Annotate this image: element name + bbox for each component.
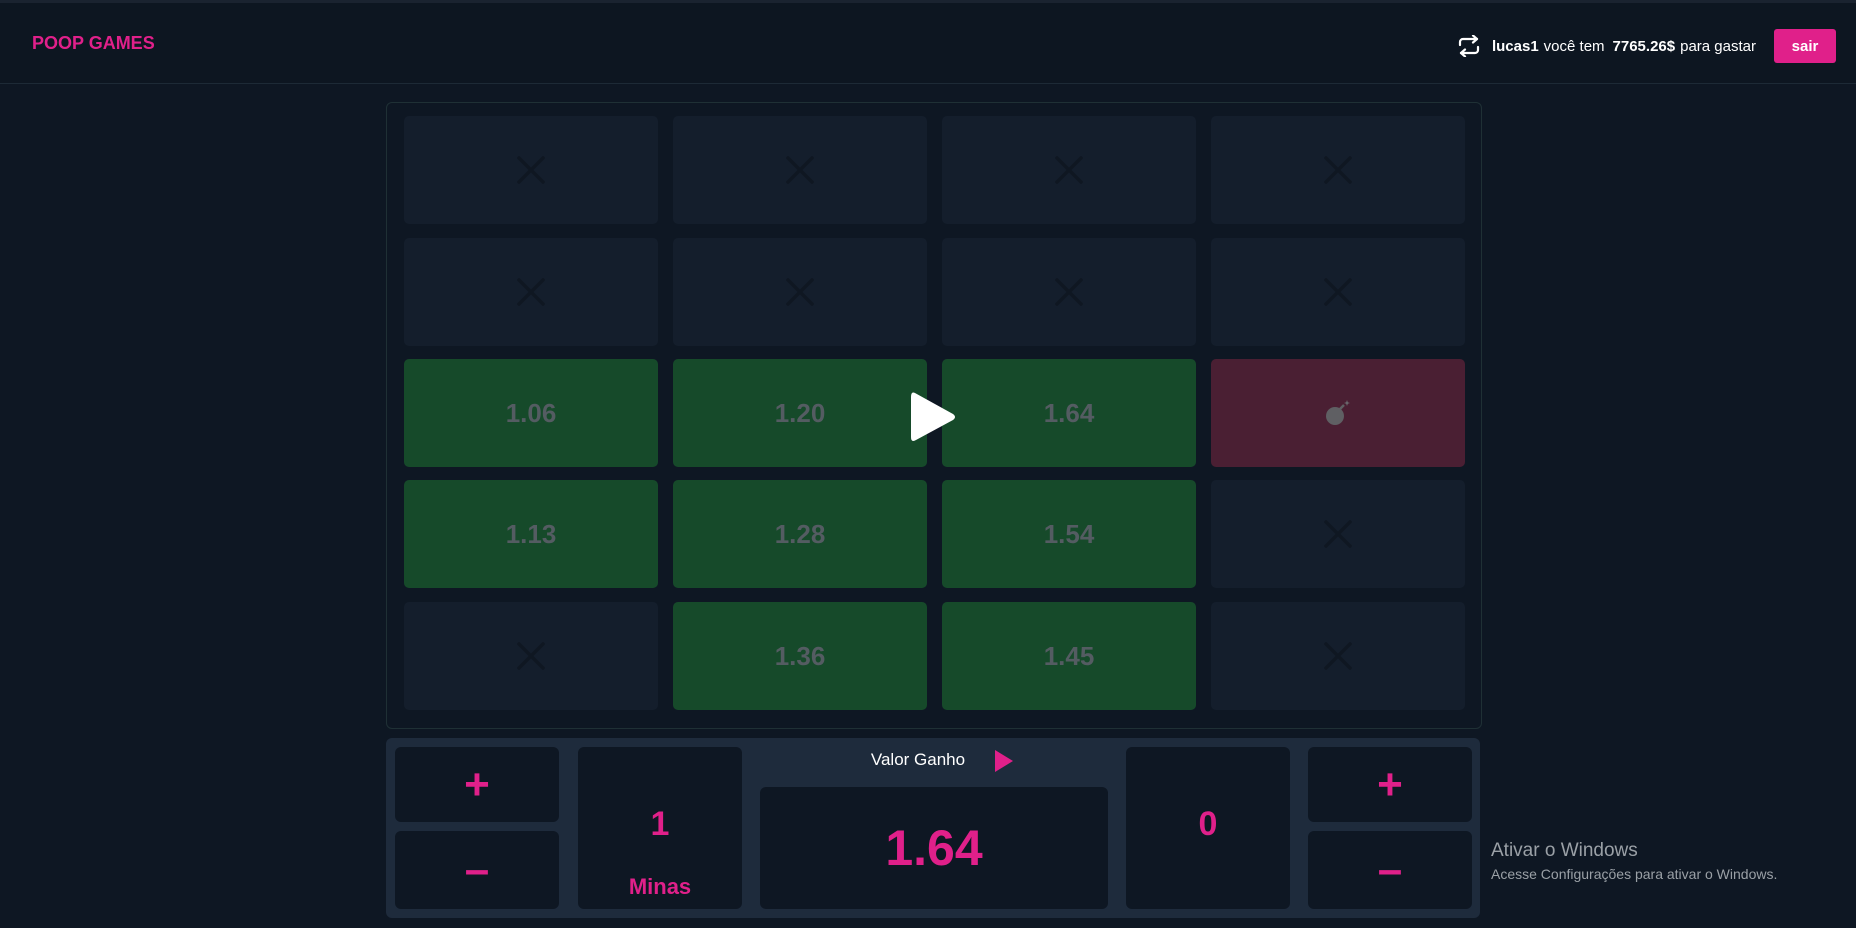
- x-icon: [1323, 641, 1353, 671]
- tile-gem[interactable]: 1.28: [673, 480, 927, 588]
- x-icon: [516, 155, 546, 185]
- tile-gem[interactable]: 1.06: [404, 359, 658, 467]
- minus-icon: –: [1377, 845, 1403, 894]
- play-icon[interactable]: [905, 387, 961, 447]
- tile-gem[interactable]: 1.54: [942, 480, 1196, 588]
- valor-ganho-label: Valor Ganho: [870, 750, 966, 769]
- tile-closed[interactable]: [1211, 602, 1465, 710]
- tile-multiplier: 1.54: [1043, 518, 1095, 549]
- balance-value: 7765.26$: [1612, 37, 1676, 55]
- valor-ganho-display: 1.64: [760, 787, 1108, 909]
- tile-gem[interactable]: 1.13: [404, 480, 658, 588]
- balance-suffix: para gastar: [1680, 37, 1756, 55]
- tile-multiplier: 1.64: [1043, 397, 1095, 428]
- minus-icon: –: [464, 845, 490, 894]
- mines-minus-button[interactable]: –: [395, 831, 559, 909]
- plus-icon: +: [1377, 759, 1403, 809]
- x-icon: [516, 277, 546, 307]
- site-logo[interactable]: POOP GAMES: [32, 33, 155, 54]
- tile-closed[interactable]: [673, 116, 927, 224]
- tile-gem[interactable]: 1.64: [942, 359, 1196, 467]
- tile-multiplier: 1.36: [774, 640, 826, 671]
- mines-plus-button[interactable]: +: [395, 747, 559, 822]
- tile-closed[interactable]: [942, 238, 1196, 346]
- x-icon: [785, 277, 815, 307]
- tile-gem[interactable]: 1.20: [673, 359, 927, 467]
- valor-ganho-value: 1.64: [885, 820, 983, 876]
- tile-closed[interactable]: [1211, 238, 1465, 346]
- windows-activation-title: Ativar o Windows: [1491, 840, 1638, 861]
- tile-closed[interactable]: [673, 238, 927, 346]
- tile-closed[interactable]: [1211, 116, 1465, 224]
- cashout-play-icon[interactable]: [992, 748, 1014, 774]
- plus-icon: +: [464, 759, 490, 809]
- bet-amount-display[interactable]: 0: [1126, 747, 1290, 909]
- windows-activation-subtitle: Acesse Configurações para ativar o Windo…: [1491, 866, 1778, 882]
- mines-count: 1: [650, 805, 670, 843]
- x-icon: [1323, 277, 1353, 307]
- tile-gem[interactable]: 1.45: [942, 602, 1196, 710]
- bet-amount-value: 0: [1198, 805, 1218, 843]
- x-icon: [1323, 519, 1353, 549]
- tile-closed[interactable]: [942, 116, 1196, 224]
- tile-gem[interactable]: 1.36: [673, 602, 927, 710]
- x-icon: [1054, 277, 1084, 307]
- mines-label: Minas: [628, 874, 692, 899]
- tile-closed[interactable]: [404, 116, 658, 224]
- tile-multiplier: 1.13: [505, 518, 557, 549]
- tile-closed[interactable]: [404, 238, 658, 346]
- logout-button[interactable]: sair: [1774, 29, 1836, 63]
- bet-plus-button[interactable]: +: [1308, 747, 1472, 822]
- tile-closed[interactable]: [404, 602, 658, 710]
- tile-bomb[interactable]: [1211, 359, 1465, 467]
- x-icon: [1054, 155, 1084, 185]
- bet-minus-button[interactable]: –: [1308, 831, 1472, 909]
- x-icon: [785, 155, 815, 185]
- x-icon: [516, 641, 546, 671]
- user-info: lucas1 você tem 7765.26$ para gastar: [1456, 33, 1756, 59]
- mines-count-display: 1 Minas: [578, 747, 742, 909]
- x-icon: [1323, 155, 1353, 185]
- balance-prefix: você tem: [1543, 37, 1605, 55]
- username: lucas1: [1491, 37, 1539, 55]
- header-bar: POOP GAMES lucas1 você tem 7765.26$ para…: [0, 3, 1856, 84]
- controls-panel: + – 1 Minas Valor Ganho 1.64 0 + –: [386, 738, 1480, 918]
- tile-multiplier: 1.45: [1043, 640, 1095, 671]
- tile-multiplier: 1.28: [774, 518, 826, 549]
- tile-closed[interactable]: [1211, 480, 1465, 588]
- swap-icon[interactable]: [1456, 33, 1482, 59]
- bomb-icon: [1323, 398, 1353, 428]
- tile-multiplier: 1.20: [774, 397, 826, 428]
- tile-multiplier: 1.06: [505, 397, 557, 428]
